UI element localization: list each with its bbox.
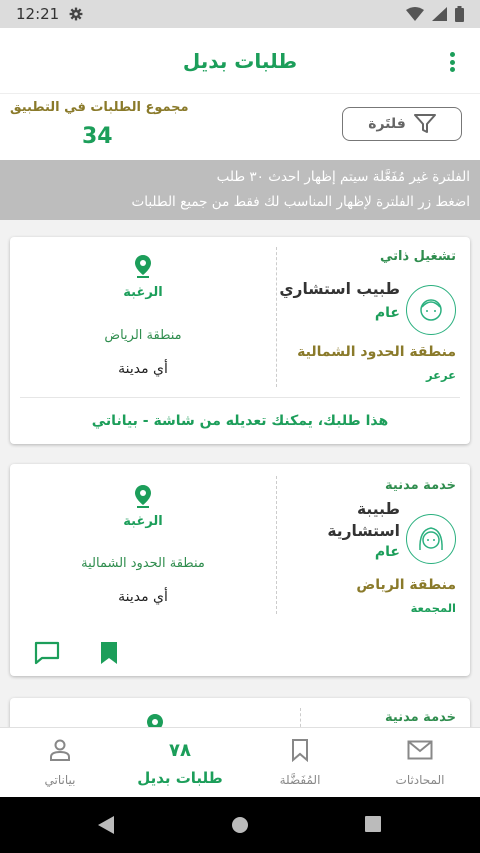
- status-bar: 12:21: [0, 0, 480, 28]
- more-options-icon[interactable]: [440, 50, 464, 74]
- requests-list[interactable]: تشغيل ذاتي طبيب استشاري عام منطقة الحدود…: [0, 220, 480, 727]
- filter-funnel-icon: [413, 114, 436, 133]
- nav-favorites[interactable]: المُفَضَّلة: [240, 728, 360, 798]
- requests-icon-glyph: ٧٨: [169, 739, 191, 761]
- requests-icon: ٧٨: [169, 737, 191, 763]
- nav-requests[interactable]: ٧٨ طلبات بديل: [120, 728, 240, 798]
- location-pin-icon: [135, 255, 151, 278]
- mail-icon: [407, 737, 433, 763]
- filter-button[interactable]: فلتَرة: [342, 107, 462, 141]
- request-card[interactable]: خدمة مدنية طبيبة استشارية عام منطقة الري…: [10, 464, 470, 676]
- current-city: المجمعة: [410, 601, 456, 615]
- job-level: عام: [374, 544, 400, 560]
- preferred-region: منطقة الرياض: [104, 328, 182, 343]
- preference-title: الرغبة: [123, 514, 163, 529]
- card-divider: [276, 476, 277, 614]
- signal-icon: [432, 7, 447, 21]
- nav-mydata-label: بياناتي: [44, 773, 76, 787]
- nav-conversations[interactable]: المحادثات: [360, 728, 480, 798]
- preference-title: الرغبة: [123, 285, 163, 300]
- service-type: خدمة مدنية: [385, 710, 456, 725]
- summary-row: مجموع الطلبات في التطبيق 34 فلتَرة: [0, 94, 480, 160]
- wifi-icon: [406, 7, 424, 21]
- current-region: منطقة الرياض: [356, 577, 456, 593]
- chat-icon[interactable]: [34, 640, 60, 666]
- nav-requests-label: طلبات بديل: [137, 769, 223, 787]
- preference-section: الرغبة منطقة الرياض أي مدينة: [10, 237, 276, 397]
- status-time: 12:21: [16, 5, 60, 23]
- page-title: طلبات بديل: [182, 48, 298, 73]
- bookmark-icon[interactable]: [96, 640, 122, 666]
- recents-icon[interactable]: [364, 815, 382, 833]
- card-divider: [276, 247, 277, 387]
- battery-icon: [455, 6, 464, 22]
- filter-info-banner: الفلترة غير مُفَعَّلة سيتم إظهار احدث ٣٠…: [0, 160, 480, 220]
- banner-line-2: اضغط زر الفلترة لإظهار المناسب لك فقط من…: [131, 194, 471, 210]
- job-title-line-2: استشارية: [327, 522, 400, 540]
- total-requests-label: مجموع الطلبات في التطبيق: [10, 100, 189, 115]
- banner-line-1: الفلترة غير مُفَعَّلة سيتم إظهار احدث ٣٠…: [216, 169, 470, 185]
- back-icon[interactable]: [97, 815, 115, 835]
- location-pin-icon: [147, 714, 163, 727]
- preferred-city: أي مدينة: [118, 589, 168, 605]
- nav-mydata[interactable]: بياناتي: [0, 728, 120, 798]
- current-city: عرعر: [425, 368, 456, 382]
- app-bar: طلبات بديل: [0, 28, 480, 94]
- person-icon: [49, 737, 71, 763]
- settings-gear-icon: [69, 7, 83, 21]
- service-type: خدمة مدنية: [385, 478, 456, 493]
- service-type: تشغيل ذاتي: [379, 249, 456, 264]
- job-title: طبيبة استشارية: [327, 498, 400, 542]
- preferred-city: أي مدينة: [118, 361, 168, 377]
- female-avatar-icon: [406, 514, 456, 564]
- male-avatar-icon: [406, 285, 456, 335]
- preference-section: الرغبة منطقة الحدود الشمالية أي مدينة: [10, 464, 276, 624]
- system-navigation-bar: [0, 797, 480, 853]
- request-card[interactable]: تشغيل ذاتي طبيب استشاري عام منطقة الحدود…: [10, 237, 470, 444]
- own-request-note: هذا طلبك، يمكنك تعديله من شاشة - بياناتي: [91, 413, 389, 429]
- request-owner-section: تشغيل ذاتي طبيب استشاري عام منطقة الحدود…: [278, 237, 470, 397]
- card-divider: [300, 708, 301, 727]
- job-level: عام: [374, 305, 400, 321]
- current-region: منطقة الحدود الشمالية: [297, 344, 456, 360]
- nav-favorites-label: المُفَضَّلة: [279, 773, 321, 787]
- preferred-region: منطقة الحدود الشمالية: [81, 556, 205, 571]
- bottom-navigation: المحادثات المُفَضَّلة ٧٨ طلبات بديل بيان…: [0, 727, 480, 797]
- nav-conversations-label: المحادثات: [395, 773, 445, 787]
- location-pin-icon: [135, 485, 151, 508]
- request-owner-section: خدمة مدنية طبيبة استشارية عام منطقة الري…: [278, 464, 470, 624]
- total-requests-count: 34: [82, 124, 113, 149]
- bookmark-outline-icon: [291, 737, 309, 763]
- filter-button-label: فلتَرة: [368, 116, 406, 132]
- request-card[interactable]: خدمة مدنية: [10, 698, 470, 727]
- job-title-line-1: طبيبة: [357, 500, 400, 518]
- card-separator: [20, 397, 460, 398]
- job-title: طبيب استشاري: [279, 280, 400, 298]
- home-icon[interactable]: [230, 815, 250, 835]
